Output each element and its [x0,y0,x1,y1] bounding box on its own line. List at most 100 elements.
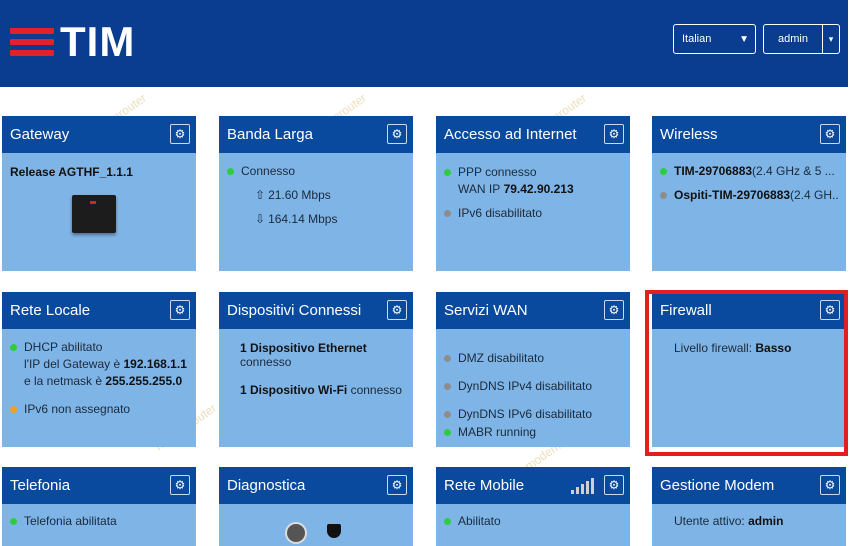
status-dot-icon [444,209,451,217]
wifi-devices: 1 Dispositivo Wi-Fi connesso [240,383,405,397]
upload-arrow-icon: ⇧ [255,188,266,202]
card-title[interactable]: Telefonia ⚙ [2,467,196,504]
wan-ip-line: WAN IP 79.42.90.213 [444,182,622,196]
card-body: Release AGTHF_1.1.1 [2,153,196,233]
card-telefonia[interactable]: Telefonia ⚙ Telefonia abilitata [2,467,196,546]
ethernet-count: 1 Dispositivo Ethernet [240,341,367,355]
card-diagnostica[interactable]: Diagnostica ⚙ [219,467,413,546]
dmz-status: DMZ disabilitato [458,351,545,365]
card-body: TIM-29706883 (2.4 GHz & 5 ... Ospiti-TIM-… [652,153,846,213]
card-title-text: Accesso ad Internet [444,126,577,143]
card-title[interactable]: Gestione Modem ⚙ [652,467,846,504]
card-body: Utente attivo: admin [652,504,846,539]
netmask-label: e la netmask è [24,374,103,388]
language-value: Italian [682,33,712,45]
card-body: Connesso ⇧ 21.60 Mbps ⇩ 164.14 Mbps [219,153,413,237]
upload-line: ⇧ 21.60 Mbps [227,188,405,202]
settings-gear-icon[interactable]: ⚙ [604,475,624,495]
card-gateway[interactable]: Gateway ⚙ Release AGTHF_1.1.1 [2,116,196,271]
card-title[interactable]: Gateway ⚙ [2,116,196,153]
status-dot-icon [660,167,667,175]
guest-ssid-line: Ospiti-TIM-29706883 (2.4 GH... [660,188,838,202]
chevron-down-icon: ▼ [739,34,749,45]
download-speed: 164.14 Mbps [268,212,338,226]
ipv6-line: IPv6 disabilitato [444,206,622,220]
settings-gear-icon[interactable]: ⚙ [820,475,840,495]
card-title[interactable]: Dispositivi Connessi ⚙ [219,292,413,329]
card-wireless[interactable]: Wireless ⚙ TIM-29706883 (2.4 GHz & 5 ... … [652,116,846,271]
status-text: Connesso [241,164,296,178]
card-gestione-modem[interactable]: Gestione Modem ⚙ Utente attivo: admin [652,467,846,546]
card-title[interactable]: Wireless ⚙ [652,116,846,153]
status-dot-icon [444,517,451,525]
status-dot-icon [444,382,451,390]
card-title[interactable]: Accesso ad Internet ⚙ [436,116,630,153]
mobile-line: Abilitato [444,514,622,528]
mabr-status: MABR running [458,425,537,439]
telefonia-line: Telefonia abilitata [10,514,188,528]
dyndns6-line: DynDNS IPv6 disabilitato [444,407,622,421]
settings-gear-icon[interactable]: ⚙ [387,124,407,144]
card-body: DMZ disabilitato DynDNS IPv4 disabilitat… [436,329,630,447]
tim-logo: TIM [10,18,136,65]
ipv6-status: IPv6 non assegnato [24,402,131,416]
status-dot-icon [444,354,451,362]
user-dropdown-caret-icon[interactable]: ▾ [823,25,839,53]
card-rete-mobile[interactable]: Rete Mobile ⚙ Abilitato [436,467,630,546]
ssid-line: TIM-29706883 (2.4 GHz & 5 ... [660,164,838,178]
card-rete-locale[interactable]: Rete Locale ⚙ DHCP abilitato l'IP del Ga… [2,292,196,447]
card-title[interactable]: Rete Locale ⚙ [2,292,196,329]
settings-gear-icon[interactable]: ⚙ [387,475,407,495]
card-banda-larga[interactable]: Banda Larga ⚙ Connesso ⇧ 21.60 Mbps ⇩ 164.… [219,116,413,271]
user-menu[interactable]: admin ▾ [763,24,840,54]
settings-gear-icon[interactable]: ⚙ [170,124,190,144]
status-dot-icon [10,517,17,525]
mobile-status: Abilitato [458,514,501,528]
upload-speed: 21.60 Mbps [268,188,331,202]
status-dot-icon [227,167,234,175]
ssid-name: TIM-29706883 [674,164,753,178]
ethernet-status: connesso [240,355,292,369]
card-title[interactable]: Servizi WAN ⚙ [436,292,630,329]
download-line: ⇩ 164.14 Mbps [227,212,405,226]
ssid-band: (2.4 GHz & 5 ... [752,164,835,178]
user-button[interactable]: admin [764,25,823,53]
top-header: TIM Italian ▼ admin ▾ [0,0,848,87]
settings-gear-icon[interactable]: ⚙ [604,124,624,144]
settings-gear-icon[interactable]: ⚙ [170,475,190,495]
ssid-band: (2.4 GH... [790,188,838,202]
card-accesso-internet[interactable]: Accesso ad Internet ⚙ PPP connesso WAN I… [436,116,630,271]
settings-gear-icon[interactable]: ⚙ [387,300,407,320]
card-body: Abilitato [436,504,630,539]
card-title-text: Gestione Modem [660,477,775,494]
card-title[interactable]: Banda Larga ⚙ [219,116,413,153]
card-title[interactable]: Rete Mobile ⚙ [436,467,630,504]
ssid-name: Ospiti-TIM-29706883 [674,188,791,202]
settings-gear-icon[interactable]: ⚙ [170,300,190,320]
netmask-value: 255.255.255.0 [105,374,183,388]
settings-gear-icon[interactable]: ⚙ [604,300,624,320]
status-dot-icon [10,405,17,413]
active-user-line: Utente attivo: admin [674,514,838,528]
wifi-status: connesso [350,383,402,397]
logo-text: TIM [60,18,136,65]
wan-ip-label: WAN IP [458,182,501,196]
telefonia-status: Telefonia abilitata [24,514,117,528]
release-text: Release AGTHF_1.1.1 [10,165,133,179]
card-title-text: Telefonia [10,477,71,494]
card-title[interactable]: Diagnostica ⚙ [219,467,413,504]
language-select[interactable]: Italian ▼ [673,24,756,54]
card-dispositivi-connessi[interactable]: Dispositivi Connessi ⚙ 1 Dispositivo Eth… [219,292,413,447]
card-body: Telefonia abilitata [2,504,196,539]
modem-image [72,195,116,233]
card-body: DHCP abilitato l'IP del Gateway è 192.16… [2,329,196,427]
settings-gear-icon[interactable]: ⚙ [820,124,840,144]
card-title-text: Gateway [10,126,70,143]
card-title-text: Rete Locale [10,302,91,319]
ethernet-devices: 1 Dispositivo Ethernet connesso [240,341,405,369]
card-servizi-wan[interactable]: Servizi WAN ⚙ DMZ disabilitato DynDNS IP… [436,292,630,447]
dhcp-line: DHCP abilitato [10,340,188,354]
card-title-text: Wireless [660,126,718,143]
card-title-text: Rete Mobile [444,477,525,494]
status-dot-icon [660,191,667,199]
